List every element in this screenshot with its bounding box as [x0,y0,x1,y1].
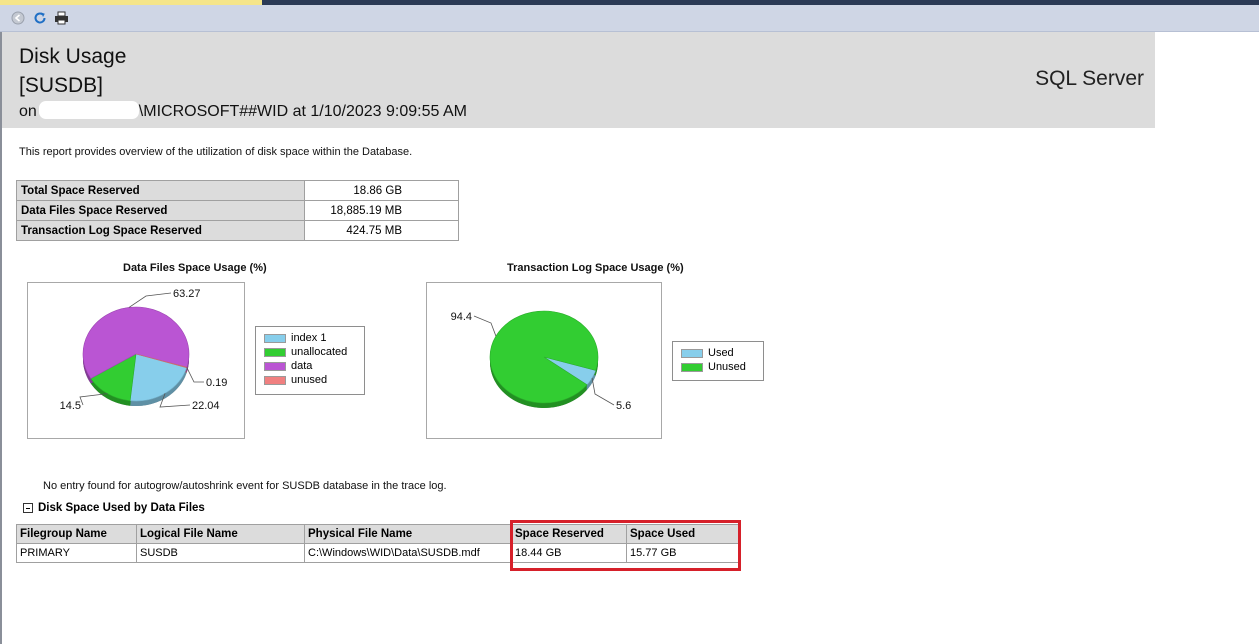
report-header: Disk Usage [SUSDB] on \MICROSOFT##WID at … [2,32,1155,128]
on-prefix: on [19,103,37,120]
data-files-chart-title: Data Files Space Usage (%) [123,262,267,274]
pie-value-label: 22.04 [192,400,220,412]
instance-and-time: \MICROSOFT##WID at 1/10/2023 9:09:55 AM [138,103,467,120]
leader-line [159,393,191,408]
summary-row: Transaction Log Space Reserved 424.75 MB [16,220,459,241]
legend-label: unallocated [291,346,348,358]
legend-swatch [264,333,286,343]
log-pie: 5.6 94.4 [451,310,631,412]
legend-label: Unused [708,361,746,373]
log-chart-title: Transaction Log Space Usage (%) [507,262,684,274]
column-header: Physical File Name [304,524,512,544]
pie-value-label: 14.5 [60,400,81,412]
files-section-title: Disk Space Used by Data Files [38,502,205,514]
files-section-header[interactable]: Disk Space Used by Data Files [23,502,205,514]
legend-swatch [681,362,703,372]
print-icon[interactable] [53,10,69,26]
legend-label: unused [291,374,328,386]
report-title: Disk Usage [19,45,127,68]
summary-value: 424.75 MB [304,220,459,241]
product-name: SQL Server [1035,67,1144,90]
legend-swatch [264,347,286,357]
table-cell: PRIMARY [16,543,137,563]
legend-label: Used [708,347,734,359]
autogrow-message: No entry found for autogrow/autoshrink e… [43,480,447,492]
report-description: This report provides overview of the uti… [19,146,413,158]
legend-item: Unused [681,360,755,374]
pie-value-label: 94.4 [451,311,472,323]
redacted-server-name [38,101,139,119]
legend-swatch [681,348,703,358]
legend-item: unallocated [264,345,356,359]
log-legend: Used Unused [672,341,764,381]
leader-line [591,377,615,406]
database-name: [SUSDB] [19,74,104,97]
table-cell: C:\Windows\WID\Data\SUSDB.mdf [304,543,512,563]
summary-value: 18,885.19 MB [304,200,459,221]
summary-label: Total Space Reserved [16,180,305,201]
summary-value: 18.86 GB [304,180,459,201]
legend-item: index 1 [264,331,356,345]
leader-line [186,367,204,383]
pie-value-label: 5.6 [616,400,631,412]
legend-label: index 1 [291,332,327,344]
leader-line [128,292,172,308]
summary-label: Data Files Space Reserved [16,200,305,221]
pie-value-label: 63.27 [173,288,201,300]
summary-row: Data Files Space Reserved 18,885.19 MB [16,200,459,221]
pie-slice[interactable] [489,310,599,404]
summary-table: Total Space Reserved 18.86 GB Data Files… [16,180,459,241]
column-header: Filegroup Name [16,524,137,544]
summary-row: Total Space Reserved 18.86 GB [16,180,459,201]
legend-item: data [264,359,356,373]
instance-line: on \MICROSOFT##WID at 1/10/2023 9:09:55 A… [19,101,467,122]
table-cell: SUSDB [136,543,305,563]
data-files-chart: 22.04 14.5 63.27 0.19 [27,282,245,439]
pie-value-label: 0.19 [206,377,227,389]
legend-item: Used [681,346,755,360]
column-header: Logical File Name [136,524,305,544]
leader-line [473,315,497,337]
data-files-pie: 22.04 14.5 63.27 0.19 [60,288,228,412]
back-arrow-icon[interactable] [10,10,26,26]
refresh-icon[interactable] [32,10,48,26]
data-files-legend: index 1 unallocated data unused [255,326,365,395]
summary-label: Transaction Log Space Reserved [16,220,305,241]
log-chart: 5.6 94.4 [426,282,662,439]
highlight-box [510,520,741,571]
legend-item: unused [264,373,356,387]
legend-label: data [291,360,313,372]
report-toolbar [0,5,1259,32]
legend-swatch [264,375,286,385]
legend-swatch [264,361,286,371]
collapse-icon[interactable] [23,503,33,513]
